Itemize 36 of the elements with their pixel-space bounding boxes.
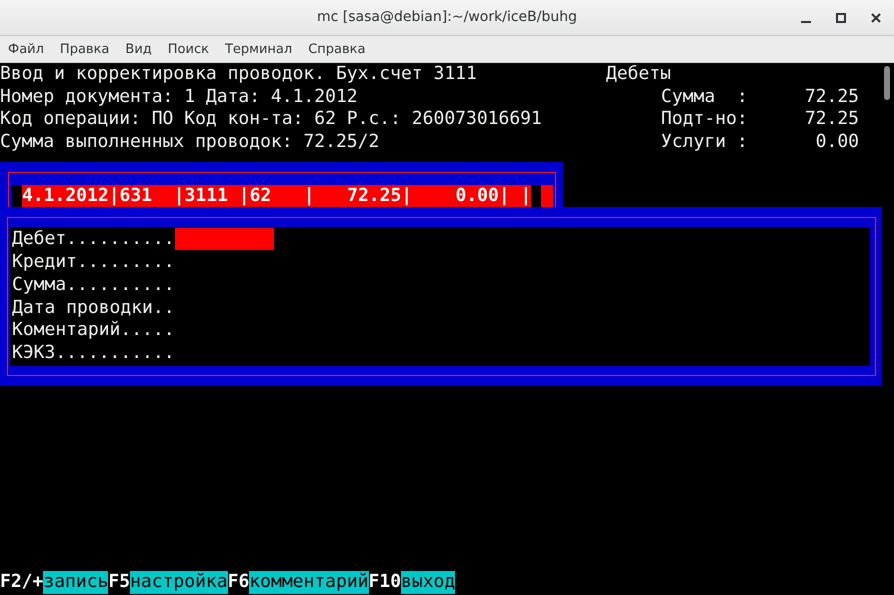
menu-item[interactable]: Поиск <box>160 36 217 62</box>
function-key-label[interactable]: запись <box>43 571 108 594</box>
summary-title: Дебеты <box>606 63 672 84</box>
record-row[interactable]: 4.1.2012|631 |3111 |62 | 72.25| 0.00| | <box>12 184 542 208</box>
function-key-label[interactable]: комментарий <box>249 571 369 594</box>
header-line: Сумма выполненных проводок: 72.25/2 <box>0 131 380 152</box>
menu-item[interactable]: Правка <box>52 36 118 62</box>
summary-label: Сумма : <box>661 86 748 108</box>
field-label: КЭКЗ........... <box>12 342 175 365</box>
function-key[interactable]: F2/+ <box>0 571 44 594</box>
function-key[interactable]: F6 <box>228 571 250 594</box>
field-label: Кредит......... <box>12 251 175 274</box>
window-title: mc [sasa@debian]:~/work/iceB/buhg <box>317 8 577 27</box>
header-line: Код операции: ПО Код кон-та: 62 Р.с.: 260073016691 <box>0 108 542 130</box>
summary-label: Подт-но: <box>661 108 748 132</box>
function-key-label[interactable]: настройка <box>130 571 228 594</box>
header-line: Номер документа: 1 Дата: 4.1.2012 <box>0 86 358 107</box>
function-key-label[interactable]: выход <box>401 571 456 594</box>
summary-value: 72.25 <box>804 108 859 132</box>
field-label: Коментарий..... <box>12 319 175 342</box>
summary-label: Услуги : <box>661 131 748 154</box>
field-label: Дебет.......... <box>12 228 175 252</box>
function-key[interactable]: F10 <box>368 571 402 594</box>
field-label: Дата проводки.. <box>12 296 175 320</box>
menu-item[interactable]: Терминал <box>216 36 300 62</box>
menu-item[interactable]: Вид <box>117 36 160 62</box>
summary-value: 72.25 <box>804 86 859 108</box>
menu-item[interactable]: Файл <box>0 36 52 62</box>
function-key[interactable]: F5 <box>108 571 130 594</box>
header-line: Ввод и корректировка проводок. Бух.счет 3111 <box>0 63 477 84</box>
input-field[interactable] <box>174 228 274 250</box>
field-label: Сумма.......... <box>12 274 175 297</box>
summary-value: 0.00 <box>816 131 859 154</box>
cursor-block <box>541 184 554 208</box>
menu-item[interactable]: Справка <box>300 36 374 62</box>
scrollbar-thumb[interactable] <box>884 66 890 100</box>
